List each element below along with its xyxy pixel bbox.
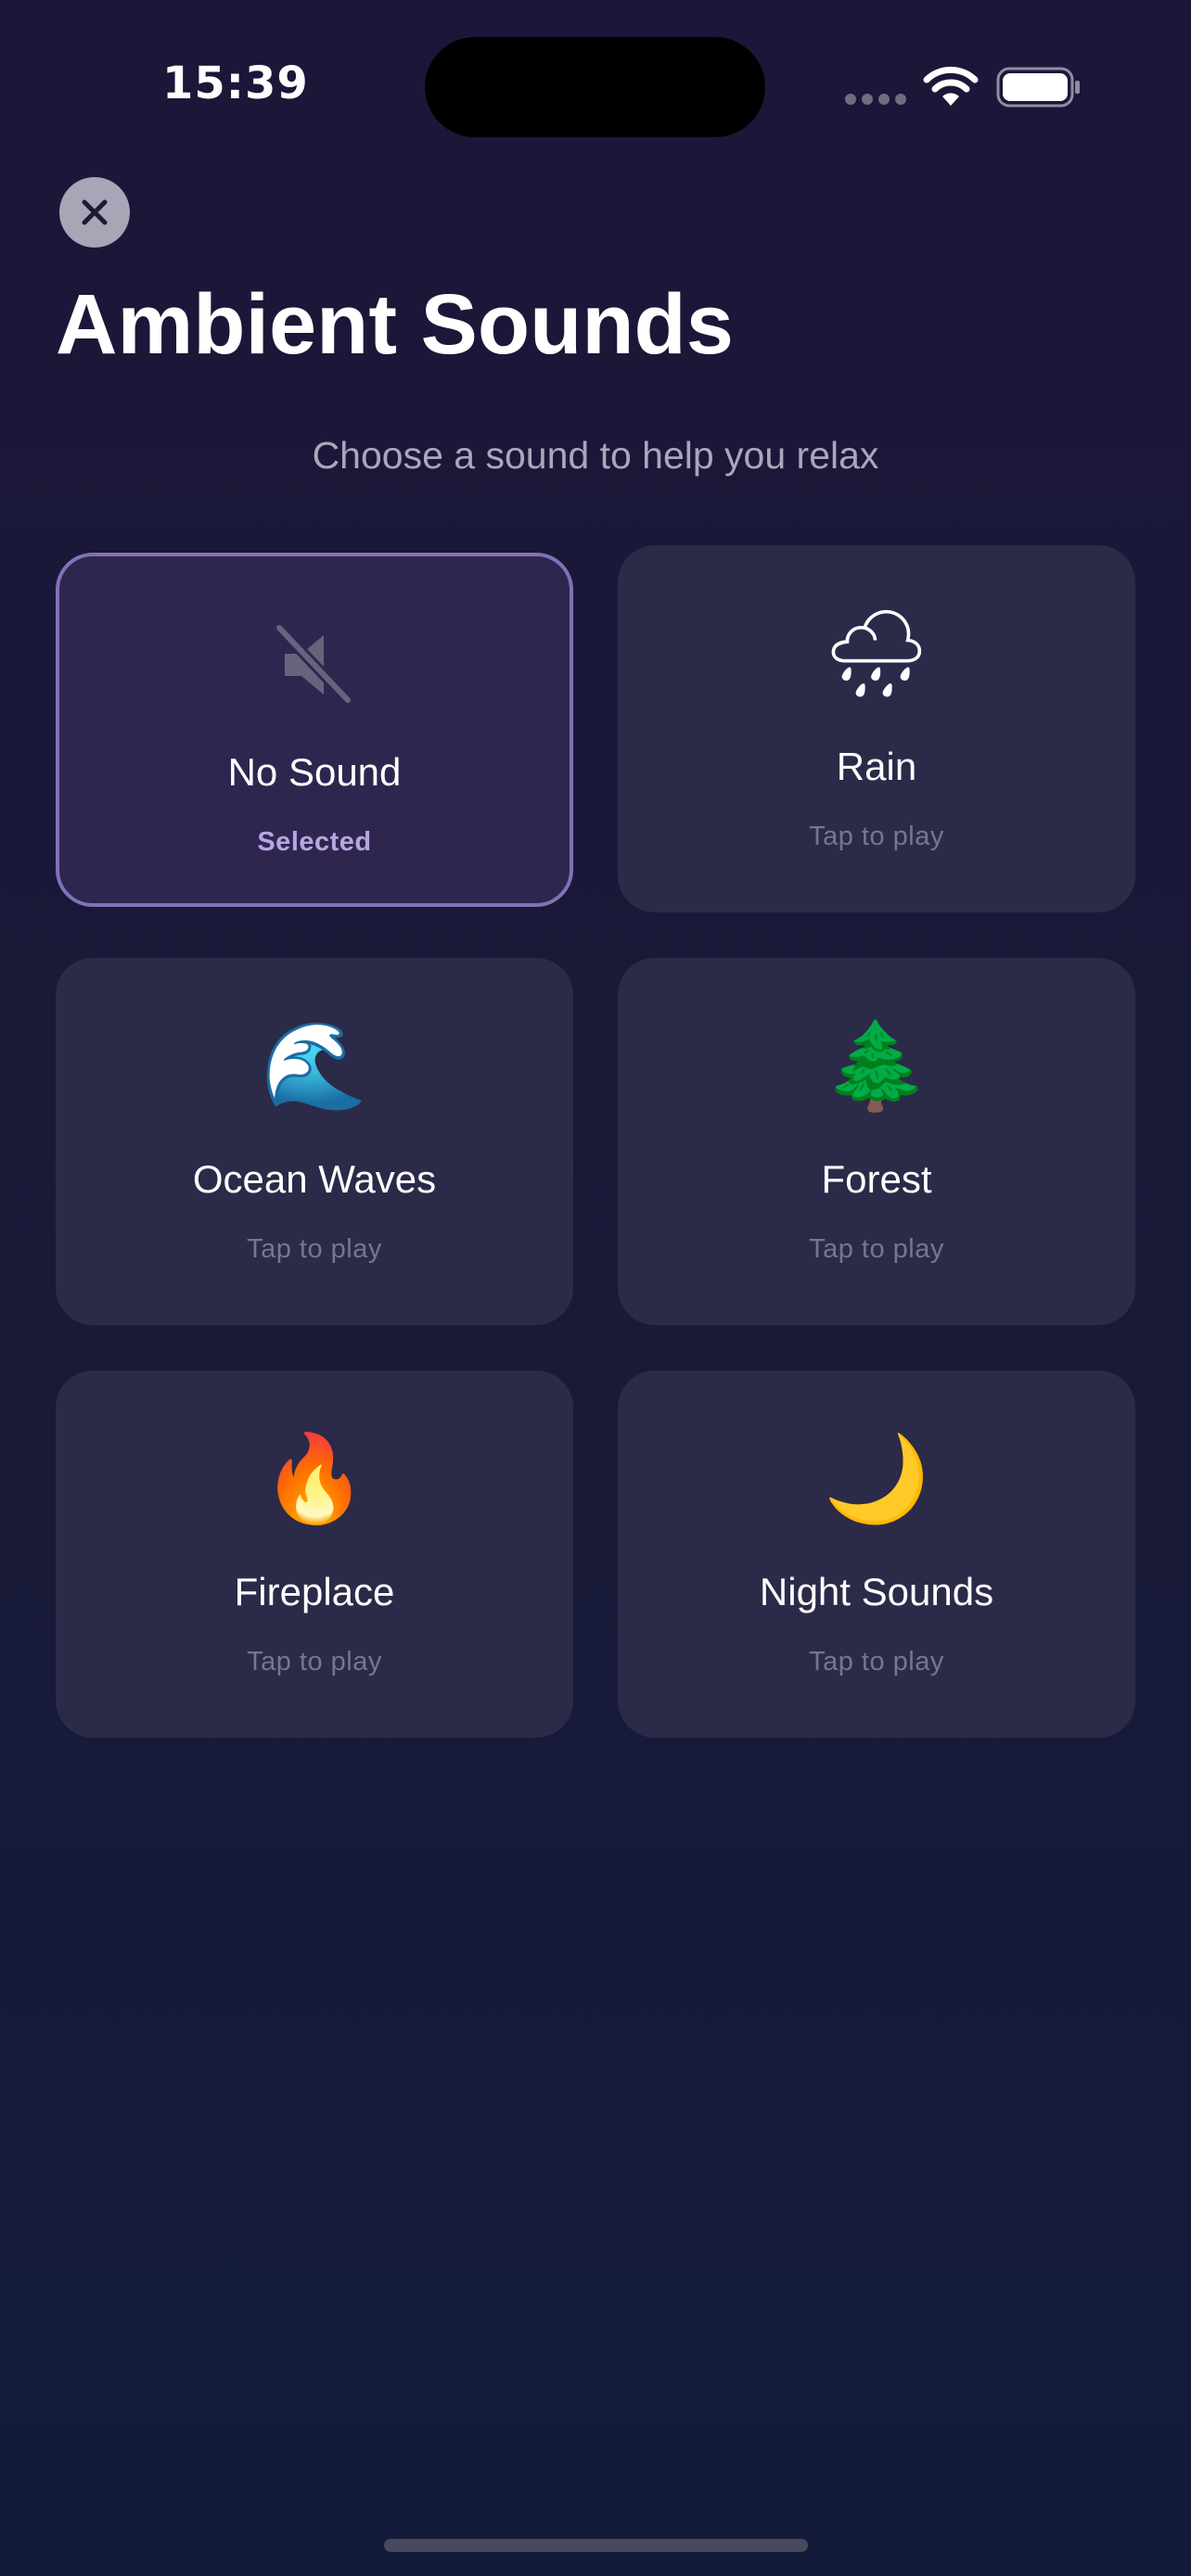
crescent-moon-icon: 🌙 (823, 1429, 930, 1528)
sound-card-label: Night Sounds (759, 1570, 994, 1613)
sound-card-status: Tap to play (247, 1647, 382, 1677)
sound-card-status: Tap to play (247, 1234, 382, 1264)
dynamic-island (425, 37, 765, 137)
home-indicator[interactable] (384, 2539, 808, 2552)
ocean-wave-icon: 🌊 (261, 1016, 368, 1116)
sound-card-no-sound[interactable]: No Sound Selected (56, 553, 573, 907)
fire-icon: 🔥 (261, 1429, 368, 1528)
rain-cloud-icon: 🌧 (822, 604, 931, 703)
sound-card-label: Rain (836, 745, 917, 788)
sound-card-fireplace[interactable]: 🔥 Fireplace Tap to play (56, 1371, 573, 1738)
evergreen-tree-icon: 🌲 (823, 1016, 930, 1116)
page-subtitle: Choose a sound to help you relax (312, 434, 879, 477)
sound-card-label: Ocean Waves (192, 1157, 437, 1201)
wifi-icon (923, 66, 979, 106)
battery-icon (996, 67, 1080, 108)
sound-card-rain[interactable]: 🌧 Rain Tap to play (618, 545, 1135, 912)
sound-card-status: Tap to play (809, 1647, 944, 1677)
sound-card-status: Tap to play (809, 1234, 944, 1264)
speaker-muted-icon (263, 614, 365, 716)
sound-card-status: Tap to play (809, 822, 944, 851)
sound-card-night-sounds[interactable]: 🌙 Night Sounds Tap to play (618, 1371, 1135, 1738)
page-title: Ambient Sounds (56, 277, 734, 372)
cellular-signal-icon (845, 94, 906, 105)
sound-card-label: No Sound (227, 750, 402, 794)
sound-card-status: Selected (257, 827, 372, 857)
status-time: 15:39 (162, 57, 309, 109)
close-icon (82, 199, 108, 225)
sound-card-label: Fireplace (234, 1570, 395, 1613)
sound-card-forest[interactable]: 🌲 Forest Tap to play (618, 958, 1135, 1325)
sound-card-ocean-waves[interactable]: 🌊 Ocean Waves Tap to play (56, 958, 573, 1325)
close-button[interactable] (59, 177, 130, 248)
sound-card-label: Forest (821, 1157, 932, 1201)
